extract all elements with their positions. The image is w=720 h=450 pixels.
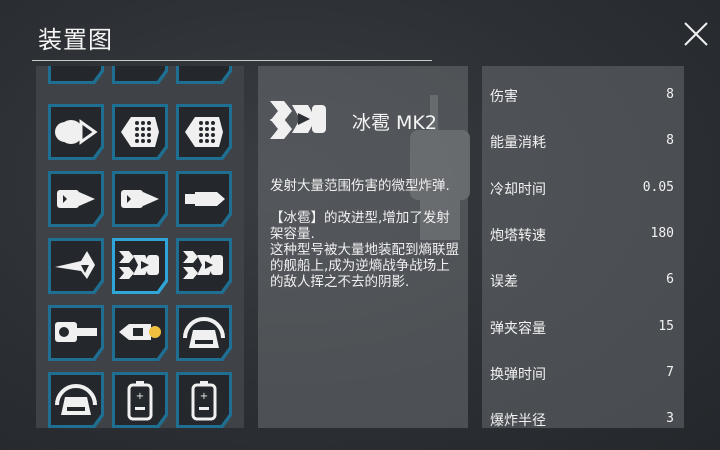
drill-missile-icon [185, 192, 225, 206]
turret-launcher-icon [179, 66, 229, 81]
equipment-slot[interactable] [176, 104, 232, 160]
stat-label: 能量消耗 [490, 135, 546, 152]
cannon-icon [55, 322, 97, 342]
equipment-slot[interactable] [176, 66, 232, 84]
battery-icon: + [127, 381, 153, 421]
stat-row: 误差 6 [482, 269, 684, 293]
cluster-bomb-icon [185, 117, 223, 147]
equipment-slot[interactable]: + [176, 372, 232, 428]
stat-value: 15 [658, 318, 674, 334]
torpedo-icon [57, 190, 95, 208]
stat-label: 换弹时间 [490, 366, 546, 383]
stat-value: 7 [666, 364, 674, 380]
stat-row: 冷却时间 0.05 [482, 177, 684, 201]
equipment-slot[interactable]: + [112, 372, 168, 428]
dome-icon [183, 317, 225, 348]
stat-row: 爆炸半径 3 [482, 408, 684, 432]
stat-value: 180 [650, 225, 674, 241]
missile-cluster-icon [115, 66, 165, 81]
equipment-slot[interactable] [176, 305, 232, 361]
hail-bomb-icon [119, 251, 159, 279]
equipment-slot[interactable] [48, 171, 104, 227]
equipment-grid: + + [36, 66, 244, 428]
equipment-slot[interactable] [112, 66, 168, 84]
stat-label: 冷却时间 [490, 181, 546, 198]
stat-row: 换弹时间 7 [482, 362, 684, 386]
torpedo-icon [121, 190, 159, 208]
hail-bomb-icon [270, 101, 326, 139]
dome-icon [55, 384, 97, 415]
equipment-slot[interactable] [48, 238, 104, 294]
equipment-slot[interactable] [112, 305, 168, 361]
stat-row: 伤害 8 [482, 84, 684, 108]
stat-value: 0.05 [642, 179, 674, 195]
hail-bomb-icon [183, 251, 223, 279]
equipment-slot[interactable] [112, 171, 168, 227]
close-icon[interactable] [678, 16, 714, 52]
equipment-slot[interactable] [48, 104, 104, 160]
stat-label: 炮塔转速 [490, 227, 546, 244]
svg-text:+: + [136, 391, 144, 402]
equipment-slot[interactable] [176, 238, 232, 294]
equipment-slot[interactable] [112, 238, 168, 294]
stat-value: 8 [666, 87, 674, 102]
stat-value: 8 [666, 133, 674, 149]
stat-row: 炮塔转速 180 [482, 223, 684, 247]
missile-cluster-icon [51, 66, 101, 81]
svg-text:+: + [200, 391, 208, 402]
equipment-slot[interactable] [48, 372, 104, 428]
item-name: 冰雹 MK2 [352, 112, 437, 134]
stat-value: 6 [666, 272, 674, 288]
stat-row: 弹夹容量 15 [482, 316, 684, 340]
battery-icon: + [191, 381, 217, 421]
star-missile-icon [55, 251, 95, 279]
stat-label: 误差 [490, 274, 518, 291]
stat-value: 3 [666, 411, 674, 427]
equipment-slot[interactable] [176, 171, 232, 227]
title-divider [32, 60, 432, 61]
page-title: 装置图 [38, 26, 113, 54]
stat-label: 弹夹容量 [490, 320, 546, 337]
flame-torpedo-icon [119, 324, 161, 340]
cluster-bomb-icon [121, 117, 159, 147]
bomb-pod-icon [55, 119, 98, 145]
item-description: 发射大量范围伤害的微型炸弹. 【冰雹】的改进型,增加了发射架容量. 这种型号被大… [270, 178, 459, 290]
equipment-slot[interactable] [112, 104, 168, 160]
equipment-slot[interactable] [48, 66, 104, 84]
stat-row: 能量消耗 8 [482, 130, 684, 154]
stat-label: 伤害 [490, 89, 518, 105]
equipment-slot[interactable] [48, 305, 104, 361]
stat-label: 爆炸半径 [490, 413, 546, 430]
